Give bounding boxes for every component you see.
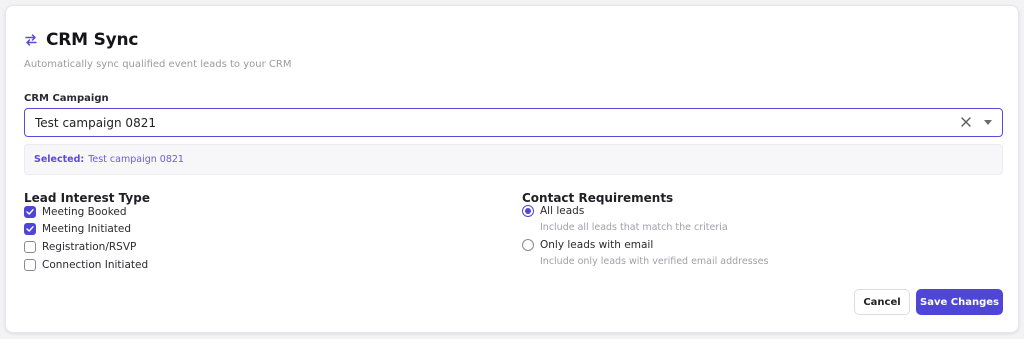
cancel-button[interactable]: Cancel xyxy=(854,289,910,315)
header: CRM Sync xyxy=(24,30,139,50)
option-label: Meeting Initiated xyxy=(42,223,132,235)
option-label: All leads xyxy=(540,205,585,217)
chevron-down-icon[interactable] xyxy=(984,120,992,125)
checkbox-unchecked[interactable] xyxy=(24,241,36,253)
contact-option[interactable]: Only leads with email xyxy=(522,239,653,251)
option-label: Meeting Booked xyxy=(42,206,127,218)
crm-campaign-value: Test campaign 0821 xyxy=(35,115,156,130)
radio-selected[interactable] xyxy=(522,205,534,217)
page-subtitle: Automatically sync qualified event leads… xyxy=(24,59,292,70)
option-label: Registration/RSVP xyxy=(42,241,137,253)
checkbox-checked[interactable] xyxy=(24,206,36,218)
contact-requirements-title: Contact Requirements xyxy=(522,191,674,205)
lead-interest-option[interactable]: Meeting Initiated xyxy=(24,223,131,235)
crm-campaign-label: CRM Campaign xyxy=(24,93,109,104)
lead-interest-option[interactable]: Meeting Booked xyxy=(24,206,127,218)
checkbox-unchecked[interactable] xyxy=(24,259,36,271)
selected-value: Test campaign 0821 xyxy=(88,154,184,165)
selected-key: Selected: xyxy=(34,154,85,165)
crm-campaign-select[interactable]: Test campaign 0821 xyxy=(24,108,1003,137)
option-description: Include only leads with verified email a… xyxy=(540,256,769,267)
option-label: Connection Initiated xyxy=(42,259,149,271)
contact-option[interactable]: All leads xyxy=(522,205,584,217)
sync-arrows-icon xyxy=(25,34,37,46)
option-label: Only leads with email xyxy=(540,239,654,251)
save-changes-button[interactable]: Save Changes xyxy=(916,289,1003,315)
lead-interest-title: Lead Interest Type xyxy=(24,191,150,205)
lead-interest-option[interactable]: Registration/RSVP xyxy=(24,241,136,253)
clear-icon[interactable] xyxy=(960,116,972,128)
option-description: Include all leads that match the criteri… xyxy=(540,222,728,233)
page-title: CRM Sync xyxy=(46,30,139,50)
lead-interest-option[interactable]: Connection Initiated xyxy=(24,259,148,271)
radio-unselected[interactable] xyxy=(522,239,534,251)
checkbox-checked[interactable] xyxy=(24,223,36,235)
checkmark-icon xyxy=(26,226,34,232)
selected-campaign-summary: Selected: Test campaign 0821 xyxy=(24,144,1003,175)
checkmark-icon xyxy=(26,209,34,215)
crm-sync-card: CRM Sync Automatically sync qualified ev… xyxy=(5,5,1019,333)
